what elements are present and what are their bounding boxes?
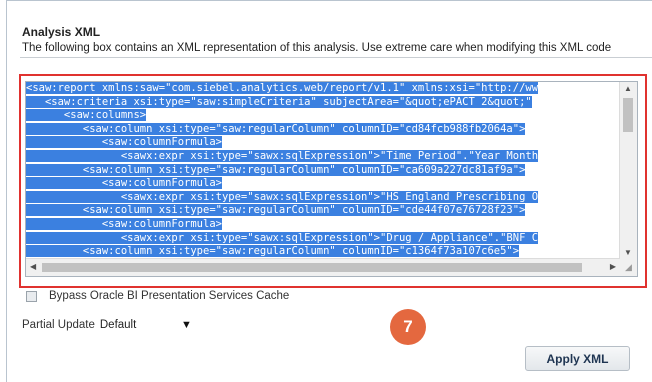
xml-line: <saw:column xsi:type="saw:regularColumn"… (26, 163, 618, 178)
xml-line-text: <saw:columnFormula> (26, 177, 222, 190)
xml-line: <saw:column xsi:type="saw:regularColumn"… (26, 245, 618, 259)
xml-line: <saw:columns> (26, 109, 618, 123)
xml-line-text: <saw:column xsi:type="saw:regularColumn"… (26, 204, 526, 217)
xml-line: <saw:columnFormula> (26, 217, 618, 232)
vertical-scrollbar[interactable]: ▲ ▼ (619, 82, 637, 259)
xml-line-text: <saw:report xmlns:saw="com.siebel.analyt… (26, 82, 539, 94)
xml-line-text: <sawx:expr xsi:type="sawx:sqlExpression"… (26, 231, 539, 244)
xml-code-content[interactable]: <saw:report xmlns:saw="com.siebel.analyt… (26, 82, 618, 259)
title-divider (20, 57, 652, 58)
xml-line: <saw:criteria xsi:type="saw:simpleCriter… (26, 95, 618, 110)
bypass-cache-label: Bypass Oracle BI Presentation Services C… (49, 290, 290, 302)
xml-line: <sawx:expr xsi:type="sawx:sqlExpression"… (26, 149, 618, 164)
xml-line-text: <saw:column xsi:type="saw:regularColumn"… (26, 245, 520, 258)
scroll-left-icon[interactable]: ◀ (30, 262, 36, 271)
bypass-cache-option[interactable]: Bypass Oracle BI Presentation Services C… (26, 288, 289, 304)
partial-update-label: Partial Update (22, 319, 95, 331)
horizontal-scrollbar[interactable]: ◀ ▶ (26, 258, 620, 276)
xml-line: <saw:columnFormula> (26, 136, 618, 150)
xml-line-text: <saw:columnFormula> (26, 136, 222, 149)
xml-line-text: <saw:columns> (26, 109, 147, 122)
dropdown-caret-icon[interactable]: ▼ (181, 319, 192, 331)
horizontal-scroll-thumb[interactable] (42, 263, 582, 272)
xml-line: <sawx:expr xsi:type="sawx:sqlExpression"… (26, 190, 618, 205)
scroll-right-icon[interactable]: ▶ (610, 262, 616, 271)
xml-line-text: <sawx:expr xsi:type="sawx:sqlExpression"… (26, 190, 539, 203)
partial-update-select[interactable]: Default ▼ (100, 316, 194, 334)
section-title: Analysis XML (22, 25, 101, 39)
section-description: The following box contains an XML repres… (22, 42, 612, 54)
xml-line-text: <sawx:expr xsi:type="sawx:sqlExpression"… (26, 149, 539, 162)
xml-line: <saw:report xmlns:saw="com.siebel.analyt… (26, 82, 618, 96)
scroll-up-icon[interactable]: ▲ (624, 84, 632, 93)
apply-xml-button[interactable]: Apply XML (525, 346, 630, 371)
scroll-down-icon[interactable]: ▼ (624, 248, 632, 257)
xml-line: <sawx:expr xsi:type="sawx:sqlExpression"… (26, 231, 618, 246)
partial-update-row: Partial Update Default ▼ (22, 316, 194, 334)
partial-update-value: Default (99, 319, 137, 331)
xml-textarea[interactable]: <saw:report xmlns:saw="com.siebel.analyt… (25, 81, 638, 277)
xml-line-text: <saw:columnFormula> (26, 217, 222, 230)
xml-line-text: <saw:column xsi:type="saw:regularColumn"… (26, 122, 526, 135)
resize-grip-icon[interactable]: ◢ (620, 259, 637, 276)
vertical-scroll-thumb[interactable] (623, 98, 633, 132)
xml-line-text: <saw:column xsi:type="saw:regularColumn"… (26, 163, 526, 176)
step-number-badge: 7 (390, 309, 426, 345)
xml-line-text: <saw:criteria xsi:type="saw:simpleCriter… (26, 95, 532, 108)
bypass-cache-checkbox[interactable] (26, 290, 37, 302)
xml-line: <saw:column xsi:type="saw:regularColumn"… (26, 204, 618, 218)
xml-line: <saw:columnFormula> (26, 177, 618, 191)
xml-line: <saw:column xsi:type="saw:regularColumn"… (26, 122, 618, 137)
